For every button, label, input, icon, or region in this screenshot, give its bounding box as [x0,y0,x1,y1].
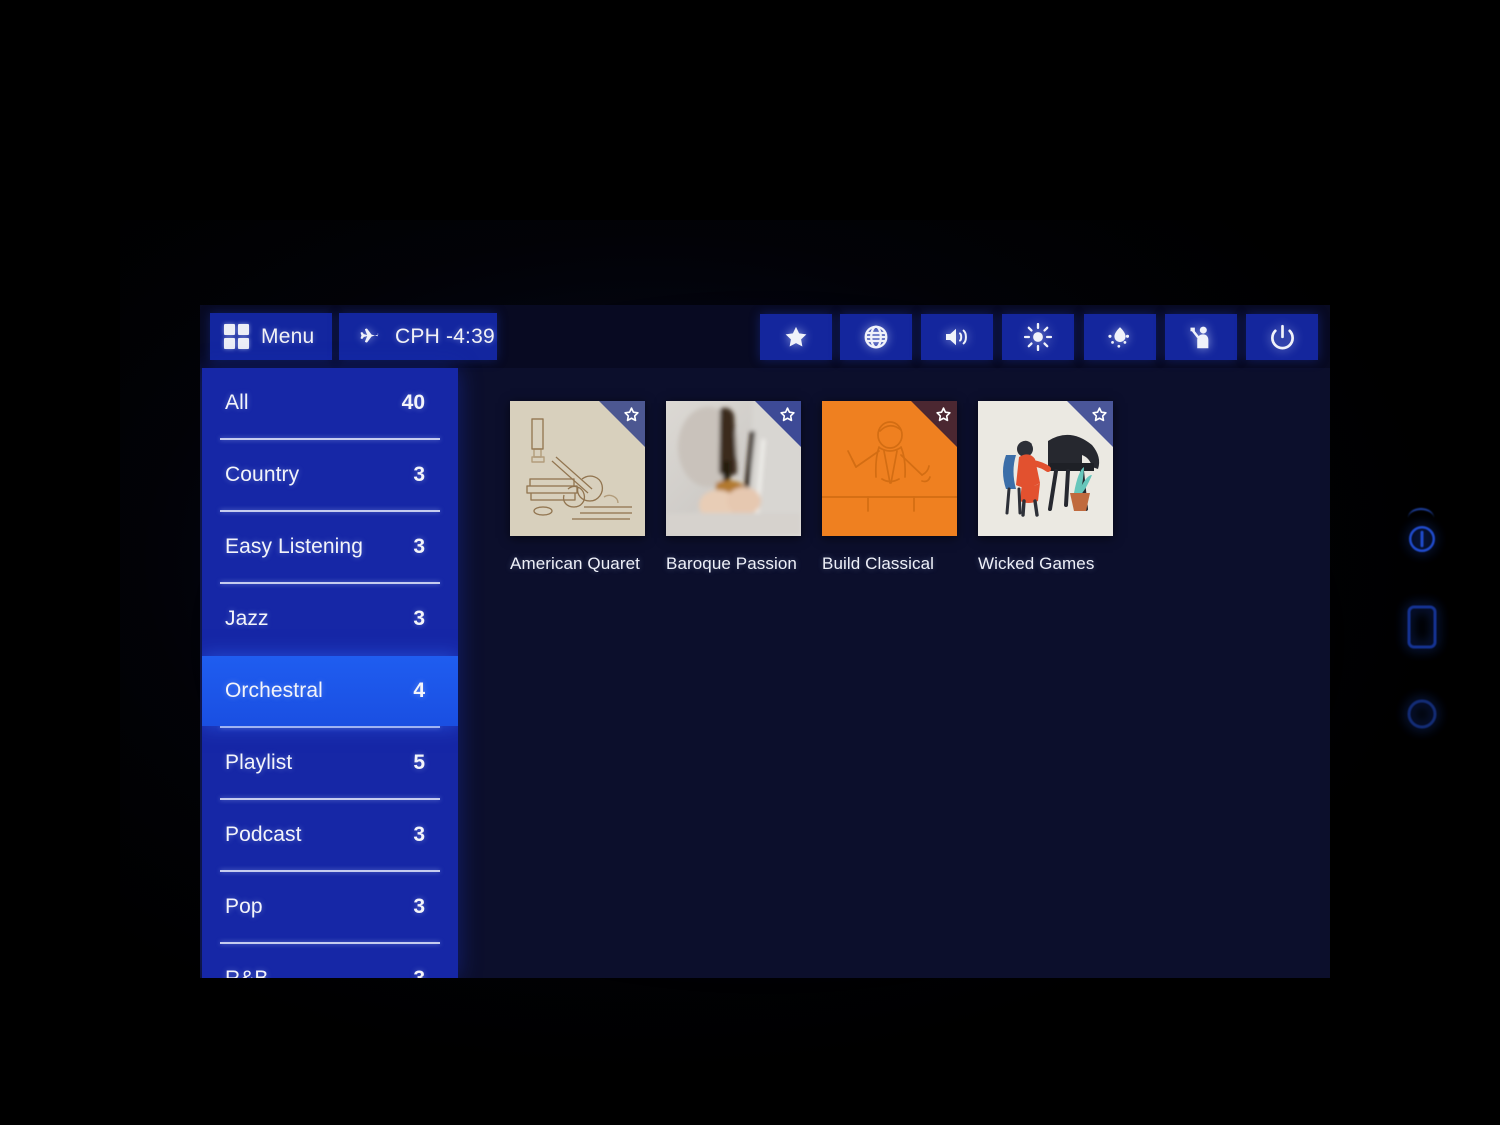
favorite-star-button[interactable] [623,406,640,423]
menu-button-label: Menu [261,324,315,348]
sidebar-item-all[interactable]: All 40 [202,368,458,438]
round-button[interactable] [1398,690,1446,738]
attendant-call-button[interactable] [1165,314,1237,360]
flight-info-label: CPH -4:39 [395,324,495,348]
sidebar-item-count: 3 [413,535,425,558]
sidebar-item-orchestral[interactable]: Orchestral 4 [202,656,458,726]
sidebar-item-label: All [225,391,249,414]
volume-button[interactable] [921,314,993,360]
power-button[interactable] [1246,314,1318,360]
info-icon [1409,526,1435,552]
volume-icon [946,328,967,346]
sidebar-item-count: 3 [413,463,425,486]
info-button[interactable] [1398,515,1446,563]
sidebar-item-label: Podcast [225,823,302,846]
sidebar-item-count: 3 [413,607,425,630]
sun-icon [1024,323,1052,351]
sidebar-item-count: 3 [413,967,425,978]
album-title: Wicked Games [978,554,1095,573]
sidebar-item-count: 3 [413,823,425,846]
sidebar-item-label: Pop [225,895,263,918]
sidebar-item-count: 3 [413,895,425,918]
globe-icon [864,325,888,349]
brightness-button[interactable] [1002,314,1074,360]
album-artwork[interactable] [978,401,1113,536]
star-outline-icon [624,407,639,422]
sidebar-item-playlist[interactable]: Playlist 5 [202,728,458,798]
sidebar-item-label: R&B [225,967,268,978]
content-area: American Quaret Baroque Passion Build Cl… [458,368,1330,978]
sidebar-item-label: Jazz [225,607,269,630]
sidebar-item-label: Easy Listening [225,535,363,558]
album-tile[interactable]: Baroque Passion [666,401,801,574]
sidebar-item-count: 4 [413,679,425,702]
sidebar-item-country[interactable]: Country 3 [202,440,458,510]
flight-attendant-icon [1189,326,1208,348]
ife-display: Menu CPH -4:39 All 40 Country 3 Easy Lis… [200,305,1330,978]
rounded-rect-icon [1407,605,1437,649]
category-sidebar[interactable]: All 40 Country 3 Easy Listening 3 Jazz 3 Orchest… [202,368,458,978]
grid-icon [224,324,249,349]
sidebar-item-count: 40 [401,391,425,414]
sidebar-item-count: 5 [413,751,425,774]
star-outline-icon [1092,407,1107,422]
sidebar-item-pop[interactable]: Pop 3 [202,872,458,942]
screen-button[interactable] [1398,600,1446,654]
album-title: Build Classical [822,554,935,573]
album-tile[interactable]: Wicked Games [978,401,1113,574]
circle-icon [1407,699,1437,729]
album-artwork[interactable] [822,401,957,536]
sidebar-item-jazz[interactable]: Jazz 3 [202,584,458,654]
album-tile[interactable]: American Quaret [510,401,645,574]
album-artwork[interactable] [666,401,801,536]
sidebar-item-podcast[interactable]: Podcast 3 [202,800,458,870]
album-tile[interactable]: Build Classical [822,401,957,574]
favorite-star-button[interactable] [779,406,796,423]
favorite-star-button[interactable] [1091,406,1108,423]
sidebar-item-r-b[interactable]: R&B 3 [202,944,458,978]
menu-button[interactable]: Menu [210,313,332,360]
reading-light-button[interactable] [1084,314,1156,360]
album-title: American Quaret [510,554,640,573]
album-title: Baroque Passion [666,554,797,573]
star-outline-icon [936,407,951,422]
sidebar-item-easy-listening[interactable]: Easy Listening 3 [202,512,458,582]
album-artwork[interactable] [510,401,645,536]
favorite-star-button[interactable] [935,406,952,423]
ife-screen-photo: Menu CPH -4:39 All 40 Country 3 Easy Lis… [0,0,1500,1125]
airplane-icon [360,328,379,343]
sidebar-item-label: Country [225,463,300,486]
power-icon [1270,324,1294,349]
language-button[interactable] [840,314,912,360]
album-grid: American Quaret Baroque Passion Build Cl… [510,401,1330,574]
star-outline-icon [780,407,795,422]
sidebar-item-label: Playlist [225,751,293,774]
star-icon [785,326,807,347]
reading-light-icon [1108,326,1130,348]
sidebar-item-label: Orchestral [225,679,323,702]
flight-info-button[interactable]: CPH -4:39 [339,313,497,360]
favorites-button[interactable] [760,314,832,360]
